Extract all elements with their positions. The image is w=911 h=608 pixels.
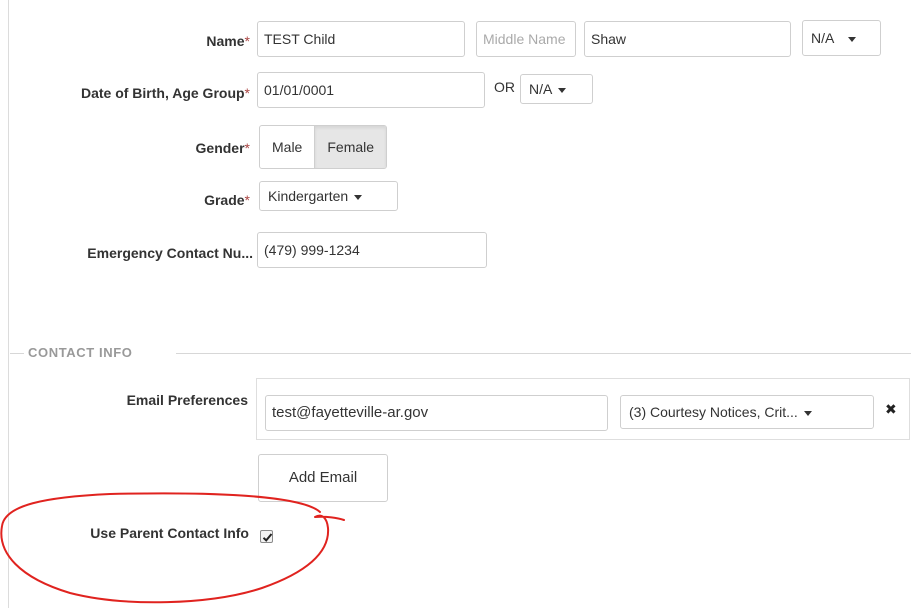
red-circle-annotation [0,492,345,604]
